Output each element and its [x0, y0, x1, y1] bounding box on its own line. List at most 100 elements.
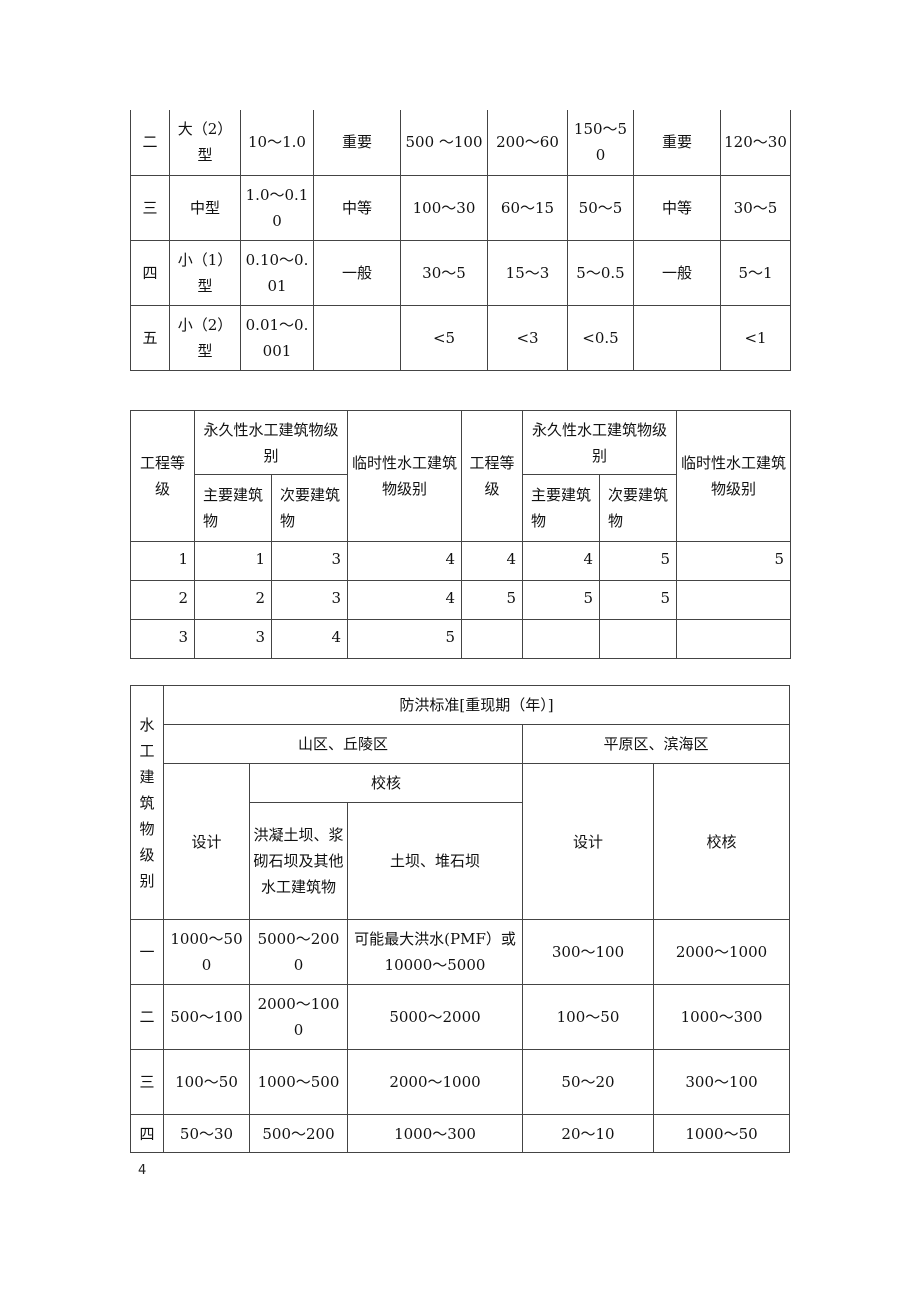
table-cell: 4 [270, 619, 349, 659]
table-cell: 二 [130, 984, 164, 1050]
table-cell: 四 [130, 1114, 164, 1153]
table-cell: 3 [130, 619, 195, 659]
table-cell: 小（2）型 [169, 304, 241, 371]
table-cell [676, 580, 792, 620]
header-level: 水工建筑物级别 [130, 685, 164, 920]
header-secondary: 次要建筑物 [270, 474, 349, 542]
table-cell: 5000～2000 [249, 919, 348, 985]
header-grade: 工程等级 [130, 410, 195, 542]
table-cell: 中型 [169, 174, 241, 241]
table-cell [676, 619, 792, 659]
table-row: 三中型 1.0～0.10 中等 100～30 60～15 50～5 中等 30～5 [130, 174, 791, 241]
table-cell: 5 [461, 580, 524, 620]
table-cell: 可能最大洪水(PMF）或 10000～5000 [347, 919, 523, 985]
table-cell: 4 [461, 541, 524, 581]
header-check: 校核 [249, 763, 523, 803]
table-cell: 100～50 [522, 984, 654, 1050]
table-cell: 500 ～100 [400, 110, 488, 176]
table-cell: 5 [599, 541, 678, 581]
table-cell: 三 [130, 1049, 164, 1115]
header-concrete: 洪凝土坝、浆砌石坝及其他水工建筑物 [249, 802, 348, 920]
table-cell: 300～100 [522, 919, 654, 985]
table-row: 三 100～50 1000～500 2000～1000 50～20 300～100 [130, 1049, 791, 1115]
table-cell: 5000～2000 [347, 984, 523, 1050]
project-scale-table: 二大（2）型 10～1.0 重要 500 ～100 200～60 150～50 重要 120～… [130, 110, 791, 371]
flood-standard-table: 水工建筑物级别 防洪标准[重现期（年）] 山区、丘陵区 平原区、滨海区 设计 校… [130, 685, 791, 1153]
table-cell: 大（2）型 [169, 110, 241, 176]
table-cell [522, 619, 601, 659]
header-permanent-2: 永久性水工建筑物级别 [522, 410, 678, 475]
header-main: 主要建筑物 [194, 474, 272, 542]
table-cell: 一般 [633, 239, 721, 306]
table-cell: 四 [130, 239, 170, 306]
building-grade-table: 工程等级 永久性水工建筑物级别 临时性水工建筑物级别 工程等级 永久性水工建筑物… [130, 410, 792, 659]
table-cell: 60～15 [487, 174, 568, 241]
table-cell: 5 [347, 619, 463, 659]
table-cell: 200～60 [487, 110, 568, 176]
table-cell: 1 [194, 541, 272, 581]
table-cell: 4 [347, 580, 463, 620]
table-cell: 1 [130, 541, 195, 581]
table-row: 3345 [130, 619, 792, 659]
table-row: 二大（2）型 10～1.0 重要 500 ～100 200～60 150～50 重要 120～… [130, 110, 791, 176]
header-design: 设计 [163, 763, 250, 920]
table-cell: 2000～1000 [347, 1049, 523, 1115]
table-cell: <1 [720, 304, 791, 371]
table-cell: 300～100 [652, 1049, 791, 1115]
table-cell: 重要 [313, 110, 401, 176]
table-cell: 3 [194, 619, 272, 659]
table-cell: 50～5 [567, 174, 634, 241]
table-cell: 5～0.5 [567, 239, 634, 306]
table-cell: 150～50 [567, 110, 634, 176]
table-cell: 500～100 [163, 984, 250, 1050]
header-plain-check: 校核 [652, 763, 791, 920]
table-cell: <3 [487, 304, 568, 371]
table-cell: 20～10 [522, 1114, 654, 1153]
table-cell: 4 [522, 541, 601, 581]
header-earth: 土坝、堆石坝 [347, 802, 523, 920]
table-row: 11344455 [130, 541, 792, 581]
table-cell: 15～3 [487, 239, 568, 306]
table-row: 2234555 [130, 580, 792, 620]
table-cell: 5～1 [720, 239, 791, 306]
table-cell: 中等 [313, 174, 401, 241]
table-cell: <5 [400, 304, 488, 371]
table-cell: 重要 [633, 110, 721, 176]
table-cell: <0.5 [567, 304, 634, 371]
table-row: 四 50～30 500～200 1000～300 20～10 1000～50 [130, 1114, 791, 1153]
table-cell: 30～5 [400, 239, 488, 306]
table-cell: 100～30 [400, 174, 488, 241]
table-cell: 1.0～0.10 [240, 174, 314, 241]
table-cell: 100～50 [163, 1049, 250, 1115]
table-cell: 中等 [633, 174, 721, 241]
table-cell: 2 [130, 580, 195, 620]
header-permanent: 永久性水工建筑物级别 [193, 410, 349, 475]
header-standard: 防洪标准[重现期（年）] [162, 685, 791, 725]
table-cell: 50～20 [522, 1049, 654, 1115]
table-cell: 5 [522, 580, 601, 620]
page-number: 4 [138, 1163, 147, 1178]
table-cell: 1000～300 [347, 1114, 523, 1153]
table-cell: 一般 [313, 239, 401, 306]
header-plain-design: 设计 [522, 763, 654, 920]
table-row: 四小（1）型 0.10～0.01 一般 30～5 15～3 5～0.5 一般 5～1 [130, 239, 791, 306]
header-main-2: 主要建筑物 [522, 474, 601, 542]
table-row: 一 1000～500 5000～2000 可能最大洪水(PMF）或 10000～500… [130, 919, 791, 985]
table-cell: 3 [270, 580, 349, 620]
table-cell: 1000～500 [163, 919, 250, 985]
table-cell: 3 [270, 541, 349, 581]
header-mountain: 山区、丘陵区 [163, 724, 523, 764]
table-cell: 0.10～0.01 [240, 239, 314, 306]
header-temporary-2: 临时性水工建筑物级别 [676, 410, 792, 542]
table-cell: 三 [130, 174, 170, 241]
header-secondary-2: 次要建筑物 [599, 474, 678, 542]
table-cell: 10～1.0 [240, 110, 314, 176]
table-cell: 1000～500 [249, 1049, 348, 1115]
table-cell: 2000～1000 [652, 919, 791, 985]
table-cell: 120～30 [720, 110, 791, 176]
table-cell: 1000～50 [652, 1114, 791, 1153]
table-cell: 5 [676, 541, 792, 581]
table-cell: 500～200 [249, 1114, 348, 1153]
header-temporary: 临时性水工建筑物级别 [347, 410, 463, 542]
header-grade-2: 工程等级 [461, 410, 524, 542]
